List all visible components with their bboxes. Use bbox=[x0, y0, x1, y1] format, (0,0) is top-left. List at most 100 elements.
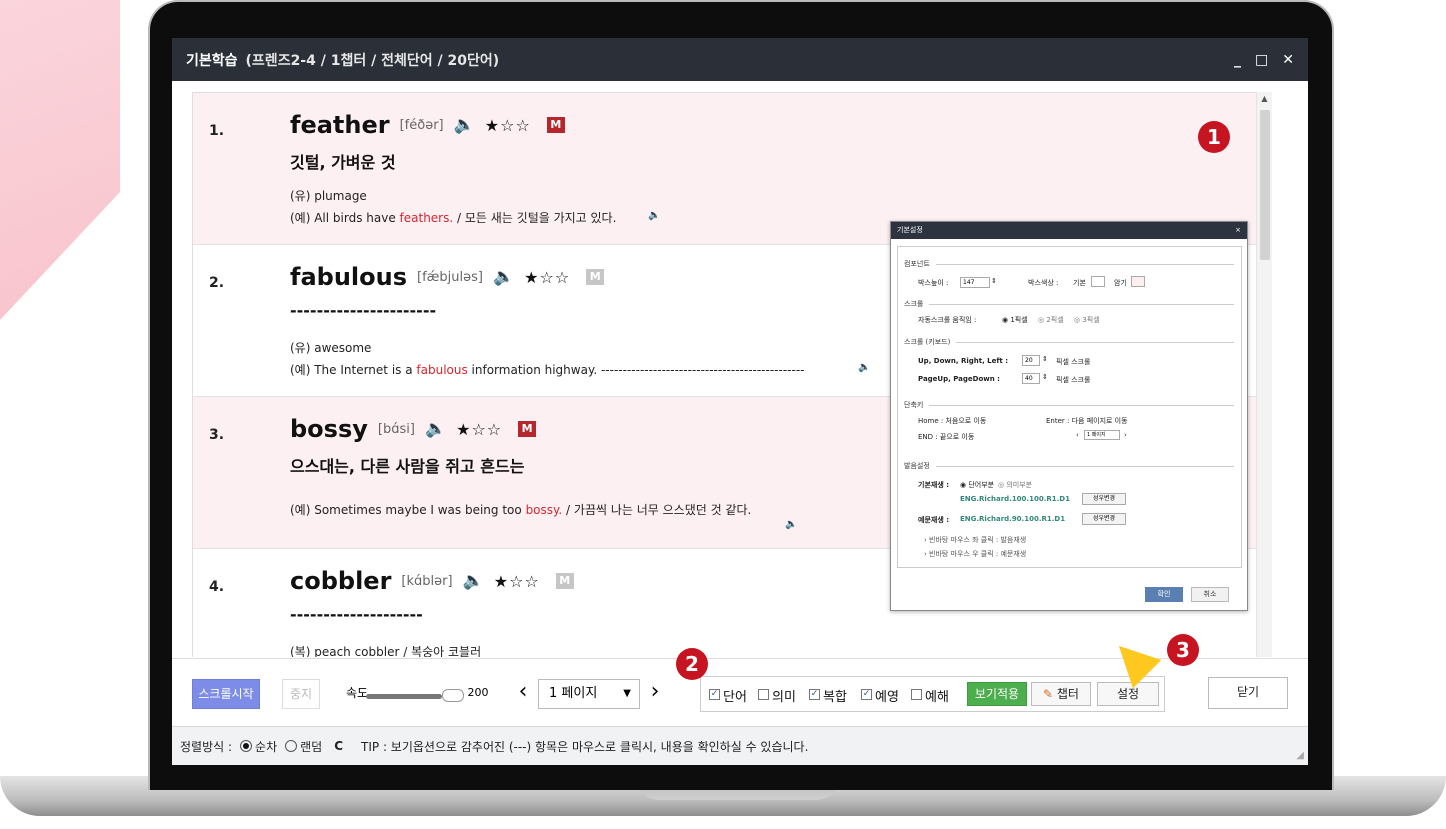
vertical-scrollbar[interactable]: ▲ bbox=[1256, 92, 1272, 657]
settings-dialog: 기본설정 × 컴포넌트 박스높이 : 147 ⇕ 박스색상 : 기본 암기 스크… bbox=[890, 221, 1248, 611]
speaker-icon[interactable]: 🔈 bbox=[425, 419, 446, 439]
memorize-badge[interactable]: M bbox=[586, 269, 605, 285]
word-part-radio[interactable]: ◉ 단어부분 bbox=[960, 480, 994, 490]
color-dark-swatch[interactable] bbox=[1131, 276, 1145, 287]
dialog-next-icon[interactable]: › bbox=[1124, 431, 1127, 439]
meaning-part-radio[interactable]: ◎ 의미부분 bbox=[998, 480, 1032, 490]
option-word-checkbox[interactable]: ✓ bbox=[709, 689, 720, 700]
dialog-page-select[interactable]: 1 페이지 bbox=[1084, 430, 1120, 440]
apply-view-button[interactable]: 보기적용 bbox=[967, 682, 1027, 706]
example-sentence[interactable]: (예) Sometimes maybe I was being too boss… bbox=[290, 501, 751, 518]
page-select-value: 1 페이지 bbox=[549, 686, 598, 701]
settings-button[interactable]: 설정 bbox=[1097, 682, 1159, 706]
star-rating[interactable]: ★☆☆ bbox=[485, 116, 531, 135]
voice-example: ENG.Richard.90.100.R1.D1 bbox=[960, 515, 1066, 523]
word-text[interactable]: fabulous bbox=[290, 263, 407, 291]
star-rating[interactable]: ★☆☆ bbox=[524, 268, 570, 287]
view-options: ✓ 단어 ✓ 의미 ✓ 복합 ✓ 예영 ✓ 예해 보기적용 ✎ 챕터 설정 bbox=[700, 676, 1165, 712]
pgupdn-input[interactable]: 40 bbox=[1022, 373, 1040, 384]
pronunciation: [fǽbjuləs] bbox=[417, 269, 483, 285]
title-bar: 기본학습 (프렌즈2-4 / 1챕터 / 전체단어 / 20단어) _ □ ✕ bbox=[172, 38, 1308, 81]
sort-sequential-radio[interactable] bbox=[240, 740, 253, 752]
star-rating[interactable]: ★☆☆ bbox=[494, 572, 540, 591]
memorize-badge[interactable]: M bbox=[518, 421, 537, 437]
word-meaning-hidden[interactable]: -------------------- bbox=[290, 605, 423, 624]
box-height-input[interactable]: 147 bbox=[960, 277, 990, 288]
word-text[interactable]: feather bbox=[290, 111, 390, 139]
word-text[interactable]: bossy bbox=[290, 415, 368, 443]
box-height-label: 박스높이 : bbox=[918, 279, 949, 287]
chapter-button[interactable]: ✎ 챕터 bbox=[1031, 682, 1091, 706]
option-meaning-label: 의미 bbox=[772, 690, 796, 705]
option-example-kr-checkbox[interactable]: ✓ bbox=[911, 689, 922, 700]
option-example-en-label: 예영 bbox=[875, 690, 899, 705]
stop-button[interactable]: 중지 bbox=[282, 679, 320, 709]
background-decoration bbox=[0, 0, 120, 320]
spinner-icon[interactable]: ⇕ bbox=[1042, 355, 1048, 363]
minimize-button[interactable]: _ bbox=[1234, 52, 1241, 68]
word-row: feather [féðər] 🔈 ★☆☆ M bbox=[290, 111, 565, 139]
sort-random-radio[interactable] bbox=[285, 740, 298, 752]
memorize-badge[interactable]: M bbox=[546, 117, 565, 133]
scroll-start-button[interactable]: 스크롤시작 bbox=[192, 679, 260, 709]
chevron-down-icon: ▼ bbox=[623, 688, 631, 699]
speed-slider[interactable] bbox=[366, 694, 442, 699]
scroll-thumb[interactable] bbox=[1260, 110, 1270, 260]
option-compound-checkbox[interactable]: ✓ bbox=[809, 689, 820, 700]
example-sentence[interactable]: (예) The Internet is a fabulous informati… bbox=[290, 361, 804, 378]
scroll-radio-3[interactable]: ◎ 3픽셀 bbox=[1074, 315, 1100, 325]
hint-left-click: › 빈바탕 마우스 좌 클릭 : 발음재생 bbox=[924, 536, 1027, 544]
maximize-button[interactable]: □ bbox=[1255, 52, 1268, 68]
scroll-radio-1[interactable]: ◉ 1픽셀 bbox=[1002, 315, 1028, 325]
end-shortcut: END : 끝으로 이동 bbox=[918, 433, 975, 441]
pronunciation: [kɑ́blər] bbox=[401, 573, 453, 589]
change-voice-button[interactable]: 성우변경 bbox=[1082, 493, 1126, 505]
synonym: (유) plumage bbox=[290, 189, 367, 203]
option-example-en-checkbox[interactable]: ✓ bbox=[861, 689, 872, 700]
pgupdn-label: PageUp, PageDown : bbox=[918, 375, 1000, 383]
scroll-opt3-label: 3픽셀 bbox=[1082, 316, 1100, 324]
dialog-close-icon[interactable]: × bbox=[1235, 222, 1241, 239]
dialog-title: 기본설정 bbox=[897, 226, 923, 234]
example-sentence[interactable]: (예) All birds have feathers. / 모든 새는 깃털을… bbox=[290, 209, 616, 226]
page-select[interactable]: 1 페이지 ▼ bbox=[538, 679, 640, 709]
udrl-input[interactable]: 20 bbox=[1022, 355, 1040, 366]
word-meaning[interactable]: 깃털, 가벼운 것 bbox=[290, 149, 396, 173]
scroll-up-icon[interactable]: ▲ bbox=[1257, 92, 1272, 106]
speed-slider-knob[interactable] bbox=[442, 689, 464, 702]
change-voice-label: 성우변경 bbox=[1092, 515, 1116, 522]
option-meaning-checkbox[interactable]: ✓ bbox=[758, 689, 769, 700]
example-speaker-icon[interactable]: 🔈 bbox=[648, 210, 660, 221]
speaker-icon[interactable]: 🔈 bbox=[454, 115, 475, 135]
pixel-scroll-label: 픽셀 스크롤 bbox=[1056, 358, 1091, 366]
next-page-icon[interactable]: › bbox=[648, 678, 662, 708]
resize-grip-icon[interactable]: ◢ bbox=[1296, 750, 1304, 761]
dialog-prev-icon[interactable]: ‹ bbox=[1076, 431, 1079, 439]
compound-word: (복) peach cobbler / 복숭아 코블러 bbox=[290, 645, 482, 657]
dialog-cancel-button[interactable]: 취소 bbox=[1191, 587, 1229, 602]
color-default-swatch[interactable] bbox=[1091, 276, 1105, 287]
refresh-icon[interactable]: C bbox=[334, 739, 343, 753]
word-meaning-hidden[interactable]: ---------------------- bbox=[290, 301, 436, 320]
speaker-icon[interactable]: 🔈 bbox=[493, 267, 514, 287]
word-text[interactable]: cobbler bbox=[290, 567, 391, 595]
speaker-icon[interactable]: 🔈 bbox=[463, 571, 484, 591]
example-speaker-icon[interactable]: 🔈 bbox=[858, 362, 870, 373]
pixel-scroll-label: 픽셀 스크롤 bbox=[1056, 376, 1091, 384]
word-meaning[interactable]: 으스대는, 다른 사람을 쥐고 흔드는 bbox=[290, 453, 524, 477]
example-speaker-icon[interactable]: 🔈 bbox=[785, 519, 797, 530]
spinner-icon[interactable]: ⇕ bbox=[1042, 373, 1048, 381]
dialog-ok-button[interactable]: 확인 bbox=[1145, 587, 1183, 602]
spinner-icon[interactable]: ⇕ bbox=[991, 277, 997, 285]
memorize-badge[interactable]: M bbox=[555, 573, 574, 589]
meaning-part-label: 의미부분 bbox=[1006, 481, 1033, 489]
close-button[interactable]: 닫기 bbox=[1208, 677, 1288, 709]
prev-page-icon[interactable]: ‹ bbox=[516, 678, 530, 708]
star-rating[interactable]: ★☆☆ bbox=[456, 420, 502, 439]
basic-play-label: 기본재생 : bbox=[918, 481, 949, 489]
scroll-radio-2[interactable]: ◎ 2픽셀 bbox=[1038, 315, 1064, 325]
section-shortcut: 단축키 bbox=[904, 400, 1234, 410]
close-window-button[interactable]: ✕ bbox=[1282, 52, 1294, 68]
sort-sequential-label: 순차 bbox=[255, 739, 278, 754]
change-voice-button[interactable]: 성우변경 bbox=[1082, 513, 1126, 525]
